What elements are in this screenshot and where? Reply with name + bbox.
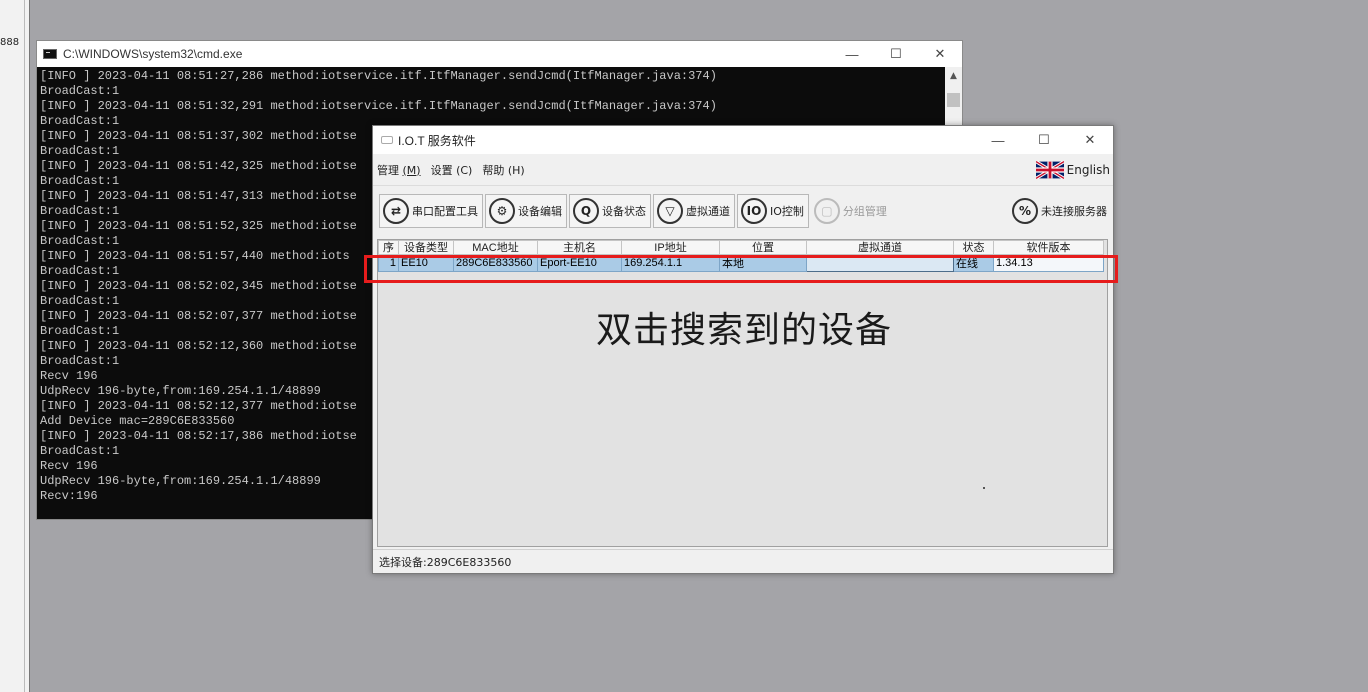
iot-window: I.O.T 服务软件 — ☐ ✕ 管理 (M) 设置 (C) 帮助 (H) En… [372, 125, 1114, 574]
gear-icon: ⚙ [489, 198, 515, 224]
col-virtual-channel[interactable]: 虚拟通道 [806, 240, 954, 255]
iot-minimize-button[interactable]: — [975, 127, 1021, 153]
left-panel: 888 [0, 0, 30, 692]
col-mac[interactable]: MAC地址 [453, 240, 538, 255]
table-header-row: 序 设备类型 MAC地址 主机名 IP地址 位置 虚拟通道 状态 软件版本 [378, 240, 1104, 255]
status-bar: 选择设备:289C6E833560 [373, 549, 1113, 573]
scroll-thumb[interactable] [947, 93, 960, 107]
annotation-text: 双击搜索到的设备 [595, 310, 892, 351]
console-line: BroadCast:1 [40, 84, 120, 98]
console-line: [INFO ] 2023-04-11 08:51:27,286 method:i… [40, 69, 717, 83]
cmd-maximize-button[interactable]: ☐ [874, 41, 918, 67]
app-icon [381, 136, 393, 144]
magnifier-icon: Q [573, 198, 599, 224]
left-panel-divider [24, 0, 25, 692]
col-index[interactable]: 序 [378, 240, 399, 255]
left-panel-number: 888 [0, 37, 20, 48]
iot-titlebar[interactable]: I.O.T 服务软件 — ☐ ✕ [373, 126, 1113, 154]
device-edit-button[interactable]: ⚙ 设备编辑 [485, 194, 567, 228]
language-label: English [1066, 162, 1110, 177]
cmd-icon [43, 49, 57, 59]
io-control-button[interactable]: IO IO控制 [737, 194, 809, 228]
cmd-minimize-button[interactable]: — [830, 41, 874, 67]
cmd-title: C:\WINDOWS\system32\cmd.exe [63, 47, 243, 61]
iot-close-button[interactable]: ✕ [1067, 127, 1113, 153]
iot-title: I.O.T 服务软件 [398, 133, 476, 148]
status-text: 选择设备:289C6E833560 [379, 555, 512, 569]
virtual-channel-button[interactable]: ▽ 虚拟通道 [653, 194, 735, 228]
device-table[interactable]: 序 设备类型 MAC地址 主机名 IP地址 位置 虚拟通道 状态 软件版本 1 … [377, 239, 1108, 547]
cmd-titlebar[interactable]: C:\WINDOWS\system32\cmd.exe — ☐ ✕ [37, 41, 962, 67]
iot-maximize-button[interactable]: ☐ [1021, 127, 1067, 153]
toolbar: ⇄ 串口配置工具 ⚙ 设备编辑 Q 设备状态 ▽ 虚拟通道 IO IO控制 ▢ … [373, 186, 1113, 236]
col-status[interactable]: 状态 [953, 240, 994, 255]
menu-help[interactable]: 帮助 (H) [482, 162, 524, 178]
menu-settings[interactable]: 设置 (C) [431, 162, 473, 178]
language-button[interactable]: English [1035, 160, 1110, 179]
device-status-button[interactable]: Q 设备状态 [569, 194, 651, 228]
col-device-type[interactable]: 设备类型 [398, 240, 454, 255]
menu-bar: 管理 (M) 设置 (C) 帮助 (H) English [373, 154, 1113, 186]
scroll-up-icon[interactable]: ▲ [945, 67, 962, 84]
unlink-icon: % [1012, 198, 1038, 224]
io-icon: IO [741, 198, 767, 224]
stray-dot [983, 487, 985, 489]
console-line: [INFO ] 2023-04-11 08:51:32,291 method:i… [40, 99, 717, 113]
group-manage-button[interactable]: ▢ 分组管理 [811, 194, 891, 228]
col-hostname[interactable]: 主机名 [537, 240, 622, 255]
cmd-close-button[interactable]: ✕ [918, 41, 962, 67]
plug-icon: ▽ [657, 198, 683, 224]
group-icon: ▢ [813, 198, 840, 224]
menu-manage[interactable]: 管理 (M) [377, 162, 421, 178]
serial-port-icon: ⇄ [383, 198, 409, 224]
serial-config-button[interactable]: ⇄ 串口配置工具 [379, 194, 483, 228]
col-ip[interactable]: IP地址 [621, 240, 720, 255]
uk-flag-icon [1035, 160, 1064, 179]
col-version[interactable]: 软件版本 [993, 240, 1104, 255]
server-connection-button[interactable]: % 未连接服务器 [1009, 194, 1111, 228]
highlight-box [364, 255, 1118, 283]
col-location[interactable]: 位置 [719, 240, 807, 255]
